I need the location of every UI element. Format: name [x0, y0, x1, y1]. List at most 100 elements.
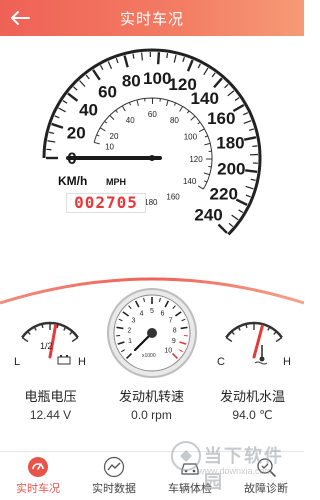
page-title: 实时车况 [119, 10, 184, 28]
minor-tick [245, 185, 254, 190]
mph-tick-label: 120 [189, 155, 203, 164]
mph-tick-label: 40 [126, 116, 135, 125]
battery-half-label: 1/2 [40, 341, 53, 351]
minor-tick [203, 67, 209, 76]
rpm-tick-label: 2 [127, 327, 131, 334]
mph-tick [190, 115, 196, 121]
steering-gauge-icon [27, 456, 49, 478]
major-tick [217, 223, 228, 234]
mph-tick [186, 110, 190, 114]
minor-tick [231, 214, 239, 221]
minor-tick [115, 57, 119, 64]
kmh-tick-label: 220 [210, 184, 238, 203]
minor-tick [243, 120, 252, 125]
major-tick [243, 136, 257, 141]
speedometer: 0204060801001201401601802002202401020406… [0, 36, 304, 261]
rpm-tick-label: 6 [160, 311, 164, 318]
kmh-tick-label: 200 [217, 159, 245, 178]
kmh-unit-label: KM/h [58, 174, 87, 188]
small-gauges: L H 1/2 1 2 3 4 5 6 7 8 9 10 x1000 C H [0, 285, 304, 385]
minor-tick [58, 107, 66, 113]
nav-label: 实时数据 [92, 483, 136, 495]
battery-tick [71, 336, 79, 343]
mph-tick [99, 127, 106, 132]
kmh-tick-label: 20 [67, 123, 86, 142]
minor-tick [197, 63, 201, 69]
mph-tick-label: 20 [110, 132, 119, 141]
battery-low-label: L [14, 356, 20, 368]
battery-tick [69, 330, 73, 335]
app-header: 实时车况 [0, 0, 304, 36]
rpm-tick-label: 3 [131, 317, 135, 324]
minor-tick [234, 97, 240, 102]
mph-tick [197, 121, 201, 125]
temp-cold-label: C [217, 356, 225, 368]
major-tick [123, 55, 129, 68]
mph-tick [203, 172, 210, 176]
minor-tick [141, 52, 143, 61]
major-tick [245, 169, 258, 174]
nav-label: 实时车况 [16, 483, 60, 495]
minor-tick [54, 115, 60, 119]
watermark-url: www.downxia.com [198, 466, 273, 476]
nav-item-realtime-data[interactable]: 实时数据 [76, 452, 152, 500]
minor-tick [173, 54, 177, 63]
rpm-tick [180, 326, 188, 330]
battery-voltage-readout: 电瓶电压 12.44 V [0, 386, 101, 422]
temp-tick [275, 336, 283, 343]
rpm-tick-label: 8 [173, 327, 177, 334]
mph-tick [204, 180, 208, 183]
rpm-tick-label: 9 [172, 338, 176, 345]
major-tick [213, 77, 223, 89]
minor-tick [99, 65, 104, 71]
chart-line-icon [103, 456, 125, 478]
kmh-tick-label: 80 [122, 72, 141, 91]
gauge-value: 94.0 ℃ [232, 408, 273, 422]
mph-tick-label: 160 [166, 193, 180, 202]
rpm-tick-label: 7 [169, 317, 173, 324]
kmh-tick-label: 60 [98, 82, 117, 101]
gauge-labels: 电瓶电压 12.44 V 发动机转速 0.0 rpm 发动机水温 94.0 ℃ [0, 386, 304, 426]
mph-tick-label: 100 [184, 133, 198, 142]
temp-tick [231, 330, 235, 335]
minor-tick [73, 86, 78, 91]
temp-needle [252, 324, 264, 359]
rpm-tick-label: 4 [140, 311, 144, 318]
speedometer-dial: 0204060801001201401601802002202401020406… [42, 48, 262, 236]
odometer: 002705 [66, 193, 146, 213]
needle-hub [149, 155, 155, 161]
rpm-tick-label: 10 [164, 347, 172, 354]
engine-rpm-readout: 发动机转速 0.0 rpm [101, 386, 202, 422]
mph-tick [128, 102, 131, 106]
temp-tick [245, 323, 248, 329]
rpm-hub [147, 328, 157, 338]
kmh-tick-label: 160 [207, 109, 235, 128]
kmh-tick-label: 240 [194, 206, 222, 225]
temp-hot-label: H [283, 356, 291, 368]
mph-tick [198, 128, 205, 133]
mph-unit-label: MPH [106, 177, 126, 187]
battery-high-label: H [78, 356, 86, 368]
gauge-value: 12.44 V [29, 408, 72, 422]
gauge-name: 电瓶电压 [24, 389, 77, 404]
minor-tick [107, 61, 113, 69]
mph-tick [109, 115, 115, 120]
kmh-tick-label: 140 [191, 89, 219, 108]
mph-tick [96, 134, 100, 137]
minor-tick [252, 145, 258, 148]
minor-tick [243, 112, 249, 116]
major-tick [156, 52, 161, 65]
major-tick [67, 92, 79, 102]
minor-tick [248, 128, 255, 131]
minor-tick [79, 80, 86, 87]
minor-tick [238, 209, 244, 214]
minor-tick [166, 53, 169, 59]
back-button[interactable] [8, 6, 32, 30]
kmh-tick-label: 40 [79, 100, 98, 119]
nav-item-realtime-status[interactable]: 实时车况 [0, 452, 76, 500]
mph-tick-label: 80 [170, 116, 179, 125]
coolant-temp-readout: 发动机水温 94.0 ℃ [202, 386, 303, 422]
minor-tick [227, 90, 235, 97]
gauge-name: 发动机水温 [219, 389, 285, 404]
mph-tick-label: 140 [183, 177, 197, 186]
